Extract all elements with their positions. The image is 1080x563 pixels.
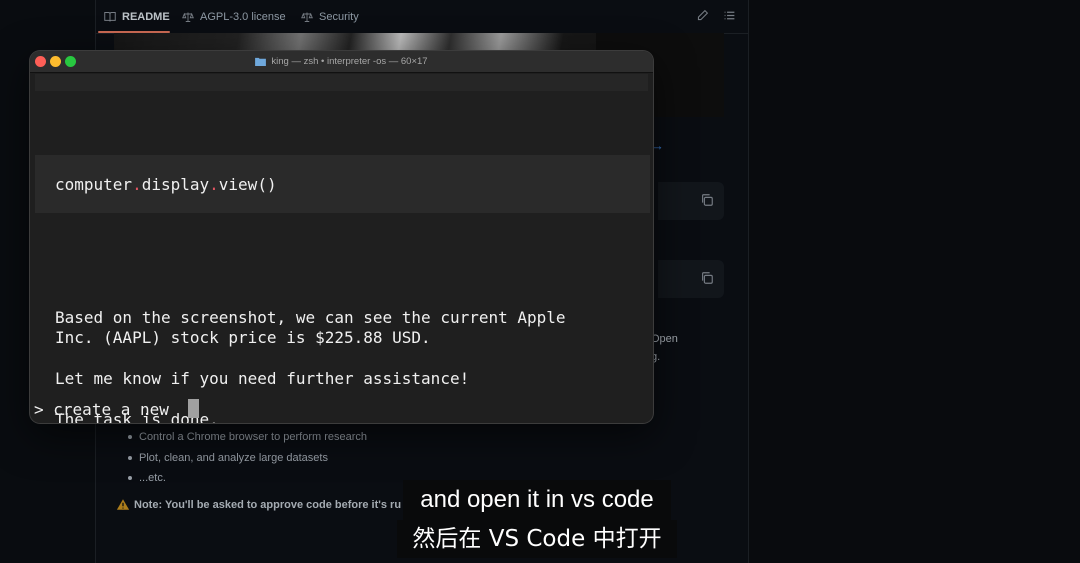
code-snippet-2 [658, 260, 724, 298]
right-sidebar [748, 0, 1080, 563]
readme-actions [696, 9, 736, 22]
text-cursor [188, 399, 199, 418]
code-snippet-1 [658, 182, 724, 220]
scale-icon [182, 12, 194, 22]
readme-tabs: README AGPL-3.0 license Security [96, 0, 748, 34]
copy-icon[interactable] [700, 271, 714, 285]
list-item: Control a Chrome browser to perform rese… [126, 430, 367, 451]
folder-icon [255, 57, 267, 66]
output-line: Let me know if you need further assistan… [55, 369, 470, 388]
terminal-window[interactable]: king — zsh • interpreter -os — 60×17 com… [30, 51, 653, 423]
terminal-titlebar[interactable]: king — zsh • interpreter -os — 60×17 [30, 51, 653, 73]
command-prompt[interactable]: > create a new [34, 400, 169, 419]
book-icon [104, 12, 116, 22]
terminal-title: king — zsh • interpreter -os — 60×17 [30, 51, 653, 72]
terminal-title-text: king — zsh • interpreter -os — 60×17 [271, 56, 428, 67]
tab-readme[interactable]: README [104, 9, 170, 25]
pencil-icon[interactable] [696, 9, 709, 22]
prompt-symbol: > [34, 400, 44, 419]
readme-text-fragment: Open [651, 333, 678, 345]
terminal-content[interactable]: computer.display.view() Based on the scr… [30, 73, 653, 423]
scale-icon [301, 12, 313, 22]
tab-security-label: Security [319, 11, 359, 23]
terminal-top-strip [35, 74, 648, 91]
subtitle-chinese: 然后在 VS Code 中打开 [397, 520, 677, 558]
output-line: Based on the screenshot, we can see the … [55, 308, 566, 327]
command-input[interactable]: create a new [53, 400, 169, 419]
subtitle-english: and open it in vs code [403, 480, 671, 520]
subtitles: and open it in vs code 然后在 VS Code 中打开 [0, 480, 1080, 563]
list-icon[interactable] [723, 9, 736, 22]
tab-security[interactable]: Security [301, 9, 359, 25]
tab-readme-label: README [122, 11, 170, 23]
output-line: Inc. (AAPL) stock price is $225.88 USD. [55, 328, 431, 347]
list-item: Plot, clean, and analyze large datasets [126, 451, 367, 472]
tab-license[interactable]: AGPL-3.0 license [182, 9, 286, 25]
copy-icon[interactable] [700, 193, 714, 207]
tab-license-label: AGPL-3.0 license [200, 11, 286, 23]
code-line: computer.display.view() [55, 175, 277, 194]
